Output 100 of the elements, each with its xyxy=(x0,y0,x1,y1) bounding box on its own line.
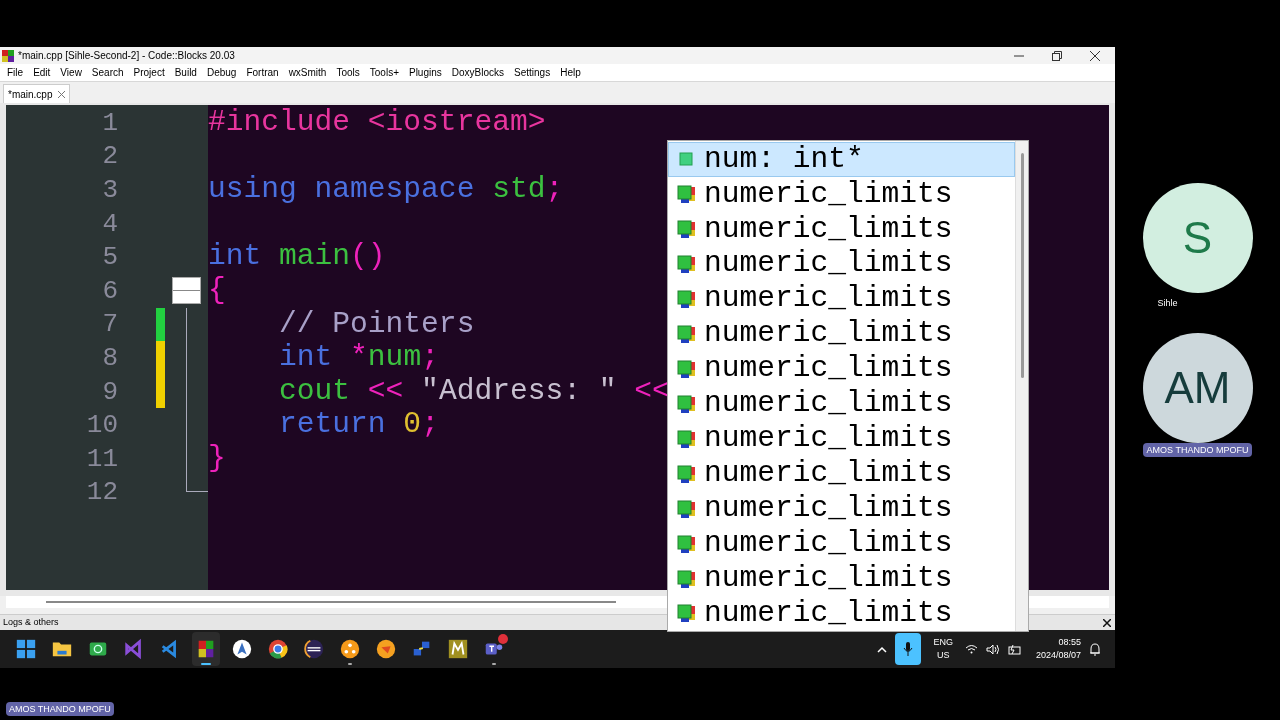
code-token: 0 xyxy=(402,410,422,440)
code-token: { xyxy=(208,275,226,306)
blocks-icon xyxy=(677,569,695,588)
square-icon xyxy=(677,150,695,169)
m-logo-icon xyxy=(447,638,469,660)
code-token: cout xyxy=(278,376,351,407)
code-token: * xyxy=(349,343,368,373)
completion-item[interactable]: num: int* xyxy=(668,142,1015,177)
chevron-up-icon[interactable] xyxy=(877,645,888,653)
line-number: 8 xyxy=(102,344,118,371)
line-number: 7 xyxy=(102,311,118,338)
line-number: 5 xyxy=(102,244,118,271)
menu-item[interactable]: View xyxy=(55,65,87,80)
line-number: 9 xyxy=(102,378,118,405)
horizontal-scrollbar[interactable] xyxy=(46,601,616,603)
line-number: 6 xyxy=(102,277,118,304)
wifi-icon[interactable] xyxy=(964,644,978,654)
code-token: << xyxy=(633,376,670,407)
eclipse-icon xyxy=(303,638,325,660)
code-token: ; xyxy=(545,175,564,205)
menu-item[interactable]: Edit xyxy=(28,65,56,80)
completion-item[interactable]: numeric_limits xyxy=(668,351,1015,387)
blocks-icon xyxy=(677,604,695,623)
blocks-icon xyxy=(677,534,695,553)
blocks-icon xyxy=(677,220,695,239)
maximize-icon[interactable] xyxy=(1052,50,1062,61)
code-token: // Pointers xyxy=(278,309,475,340)
code-token: "Address: " xyxy=(420,376,617,407)
completion-item[interactable]: numeric_limits xyxy=(668,456,1015,492)
code-token: } xyxy=(208,443,226,474)
bell-icon[interactable] xyxy=(1089,642,1101,656)
close-icon[interactable] xyxy=(1090,50,1100,61)
fold-marker[interactable] xyxy=(172,276,201,304)
completion-item[interactable]: numeric_limits xyxy=(668,211,1015,247)
blocks-icon xyxy=(677,394,695,413)
blocks-icon xyxy=(677,255,695,274)
windows-icon xyxy=(15,638,37,660)
code-token: ; xyxy=(421,410,439,440)
completion-item[interactable]: numeric_limits xyxy=(668,421,1015,457)
menu-item[interactable]: Tools xyxy=(331,65,365,80)
name-badge: AMOS THANDO MPOFU xyxy=(6,702,114,716)
completion-item[interactable]: numeric_limits xyxy=(668,561,1015,596)
editor-tab[interactable]: *main.cpp xyxy=(3,84,71,103)
code-token: using namespace xyxy=(208,175,475,205)
code-token: std xyxy=(491,175,546,205)
close-icon[interactable] xyxy=(1103,618,1111,627)
completion-item[interactable]: numeric_limits xyxy=(668,386,1015,422)
menu-item[interactable]: Tools+ xyxy=(364,65,404,80)
blocks-icon xyxy=(677,429,695,448)
microphone-button[interactable] xyxy=(895,633,922,665)
code-token: return xyxy=(278,410,386,440)
code-token: int xyxy=(208,242,262,272)
completion-item[interactable]: numeric_limits xyxy=(668,281,1015,317)
menu-item[interactable]: Help xyxy=(555,65,586,80)
app-logo-icon xyxy=(2,49,14,62)
completion-item[interactable]: numeric_limits xyxy=(668,246,1015,282)
code-token: << xyxy=(366,376,404,407)
code-token: #include <iostream> xyxy=(208,108,546,138)
blocks-icon xyxy=(677,499,695,518)
blocks-icon xyxy=(677,325,695,344)
menu-item[interactable]: Project xyxy=(128,65,170,80)
language-indicator[interactable]: ENG US xyxy=(929,636,957,662)
completion-item[interactable]: numeric_limits xyxy=(668,316,1015,352)
share-icon xyxy=(339,638,361,660)
blocks-icon xyxy=(677,185,695,204)
menu-item[interactable]: Search xyxy=(86,65,129,80)
clock[interactable]: 08:55 2024/08/07 xyxy=(1035,636,1081,662)
panel-title: Logs & others xyxy=(3,615,59,629)
menu-item[interactable]: Debug xyxy=(201,65,242,80)
compass-icon xyxy=(231,638,253,660)
line-number: 4 xyxy=(102,210,118,237)
menu-item[interactable]: Build xyxy=(169,65,202,80)
avatar: S xyxy=(1142,183,1253,293)
menu-item[interactable]: File xyxy=(2,65,29,80)
completion-item[interactable]: numeric_limits xyxy=(668,491,1015,527)
code-token: ; xyxy=(421,343,439,373)
completion-item[interactable]: numeric_limits xyxy=(668,176,1015,212)
blocks-icon xyxy=(677,464,695,483)
code-token: num xyxy=(367,343,422,373)
code-token: main xyxy=(278,242,351,272)
volume-icon[interactable] xyxy=(985,643,1000,655)
battery-icon[interactable] xyxy=(1007,643,1022,655)
completion-item[interactable]: numeric_limits xyxy=(668,526,1015,562)
line-number: 3 xyxy=(102,177,118,203)
code-token: int xyxy=(278,343,333,373)
participant-name: Sihle xyxy=(1157,297,1178,310)
window-title: *main.cpp [Sihle-Second-2] - Code::Blocks 20.03 xyxy=(18,49,235,63)
menu-item[interactable]: Plugins xyxy=(403,65,447,80)
chrome-icon xyxy=(267,638,289,660)
line-number: 12 xyxy=(86,479,118,506)
code-token: () xyxy=(350,242,386,272)
menu-item[interactable]: Fortran xyxy=(241,65,284,80)
completion-item[interactable]: numeric_limits xyxy=(668,596,1015,631)
taskbar-button[interactable] xyxy=(192,632,220,666)
blocks-icon xyxy=(677,360,695,378)
menu-item[interactable]: DoxyBlocks xyxy=(446,65,510,80)
menu-item[interactable]: wxSmith xyxy=(283,65,332,80)
blocks-icon xyxy=(677,290,695,309)
menu-item[interactable]: Settings xyxy=(509,65,556,80)
scrollbar-thumb[interactable] xyxy=(1020,153,1024,378)
